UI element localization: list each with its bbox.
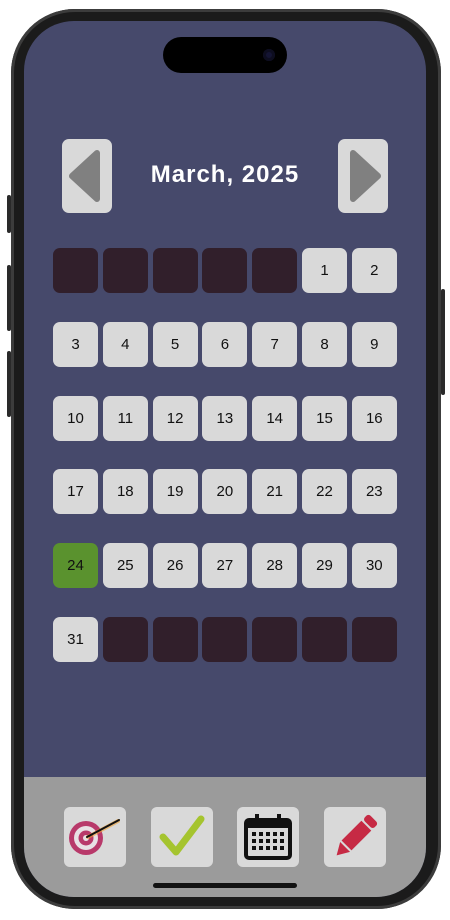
day-cell[interactable]: 11 xyxy=(102,395,148,441)
empty-day-cell xyxy=(301,616,347,662)
day-cell[interactable]: 25 xyxy=(102,543,148,589)
empty-day-cell xyxy=(53,248,98,293)
volume-up-button xyxy=(7,265,11,331)
day-cell[interactable]: 7 xyxy=(252,321,298,367)
calendar-button[interactable] xyxy=(237,807,299,867)
empty-day-cell xyxy=(202,616,248,662)
empty-day-cell xyxy=(202,248,248,293)
day-cell[interactable]: 18 xyxy=(102,469,148,515)
notes-button[interactable] xyxy=(324,807,386,867)
day-cell[interactable]: 13 xyxy=(202,395,248,441)
day-cell[interactable]: 10 xyxy=(53,395,98,441)
day-cell[interactable]: 19 xyxy=(152,469,198,515)
day-cell[interactable]: 3 xyxy=(53,321,98,367)
day-cell[interactable]: 26 xyxy=(152,543,198,589)
home-indicator xyxy=(153,883,297,888)
app-screen: March, 2025 1 2 3 4 5 6 7 8 9 10 11 12 13 14 15 16 17 18 1… xyxy=(24,21,426,897)
day-cell[interactable]: 16 xyxy=(351,395,397,441)
power-button xyxy=(441,289,445,395)
empty-day-cell xyxy=(152,616,198,662)
target-dart-icon xyxy=(69,819,120,855)
day-cell[interactable]: 1 xyxy=(301,248,347,293)
volume-down-button xyxy=(7,351,11,417)
tasks-button[interactable] xyxy=(151,807,213,867)
day-cell[interactable]: 23 xyxy=(351,469,397,515)
empty-day-cell xyxy=(102,248,148,293)
empty-day-cell xyxy=(152,248,198,293)
empty-day-cell xyxy=(252,248,298,293)
camera-icon xyxy=(263,49,275,61)
calendar-icon xyxy=(244,814,292,860)
day-cell[interactable]: 14 xyxy=(252,395,298,441)
day-cell[interactable]: 30 xyxy=(351,543,397,589)
day-cell[interactable]: 5 xyxy=(152,321,198,367)
empty-day-cell xyxy=(102,616,148,662)
day-cell[interactable]: 6 xyxy=(202,321,248,367)
calendar-grid: 1 2 3 4 5 6 7 8 9 10 11 12 13 14 15 16 17 18 19 20 21 22 23 24 2… xyxy=(53,248,397,662)
day-cell[interactable]: 4 xyxy=(102,321,148,367)
day-cell[interactable]: 15 xyxy=(301,395,347,441)
bottom-toolbar xyxy=(24,777,426,897)
triangle-right-icon xyxy=(350,150,381,202)
selected-day-cell[interactable]: 24 xyxy=(53,543,98,589)
checkmark-icon xyxy=(159,815,205,856)
pencil-icon xyxy=(336,814,378,856)
next-month-button[interactable] xyxy=(338,139,388,213)
empty-day-cell xyxy=(351,616,397,662)
day-cell[interactable]: 21 xyxy=(252,469,298,515)
day-cell[interactable]: 20 xyxy=(202,469,248,515)
day-cell[interactable]: 27 xyxy=(202,543,248,589)
day-cell[interactable]: 22 xyxy=(301,469,347,515)
day-cell[interactable]: 12 xyxy=(152,395,198,441)
day-cell[interactable]: 31 xyxy=(53,616,98,662)
day-cell[interactable]: 29 xyxy=(301,543,347,589)
action-button xyxy=(7,195,11,233)
day-cell[interactable]: 8 xyxy=(301,321,347,367)
day-cell[interactable]: 17 xyxy=(53,469,98,515)
day-cell[interactable]: 2 xyxy=(351,248,397,293)
day-cell[interactable]: 28 xyxy=(252,543,298,589)
day-cell[interactable]: 9 xyxy=(351,321,397,367)
goals-button[interactable] xyxy=(64,807,126,867)
dynamic-island xyxy=(163,37,287,73)
empty-day-cell xyxy=(252,616,298,662)
